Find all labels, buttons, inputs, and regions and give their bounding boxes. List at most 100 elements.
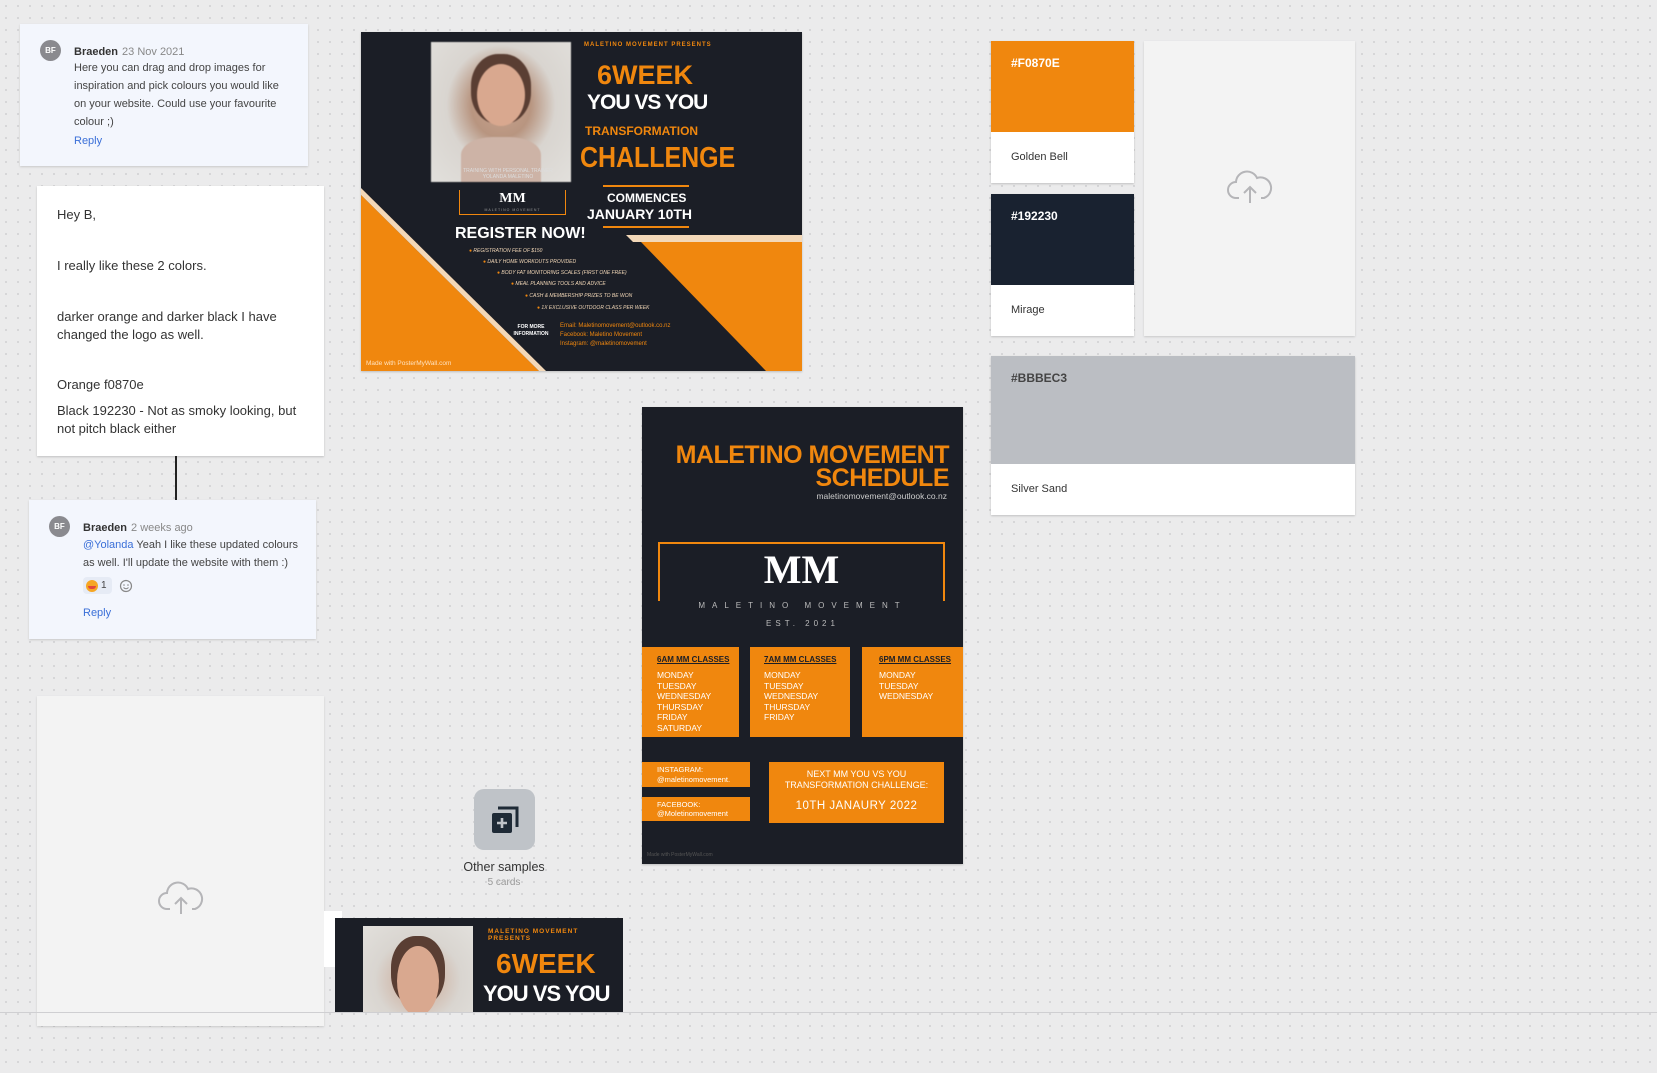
smile-emoji-icon <box>86 579 98 592</box>
comment-card-1[interactable]: BF Braeden 23 Nov 2021 Here you can drag … <box>20 24 308 166</box>
poster-line4: CHALLENGE <box>580 142 736 174</box>
instagram-value: @maletinomovement. <box>657 775 731 784</box>
note-line: Orange f0870e <box>57 377 144 392</box>
made-with: Made with PosterMyWall.com <box>366 360 452 367</box>
note-card[interactable]: Hey B, I really like these 2 colors. dar… <box>37 186 324 456</box>
poster-line5: COMMENCES <box>607 191 687 205</box>
reaction-chip[interactable]: 1 <box>83 577 112 594</box>
schedule-email: maletinomovement@outlook.co.nz <box>816 491 947 501</box>
facebook-box: FACEBOOK: @Moletinomovement <box>642 797 750 821</box>
poster-line2: YOU VS YOU <box>587 91 708 114</box>
class-day: TUESDAY <box>657 680 697 691</box>
connector-line <box>175 456 177 500</box>
class-days: MONDAY TUESDAY WEDNESDAY THURSDAY FRIDAY <box>764 670 818 723</box>
reply-button[interactable]: Reply <box>83 607 111 619</box>
comment-author: Braeden <box>74 46 119 58</box>
poster-challenge-copy[interactable]: MALETINO MOVEMENT PRESENTS 6WEEK YOU VS … <box>335 918 623 1013</box>
logo-est: EST. 2021 <box>766 619 839 628</box>
bullet: 1X EXCLUSIVE OUTDOOR CLASS PER WEEK <box>541 305 650 311</box>
logo-sub: MALETINO MOVEMENT <box>484 208 541 212</box>
comment-header: Braeden 23 Nov 2021 <box>74 42 184 60</box>
class-day: FRIDAY <box>764 712 795 722</box>
comment-time: 23 Nov 2021 <box>122 46 185 58</box>
avatar: BF <box>49 516 70 537</box>
facebook-label: FACEBOOK: <box>657 800 701 809</box>
class-day: SATURDAY <box>657 722 703 733</box>
stack-count: 5 cards <box>487 877 521 888</box>
logo-text: MM <box>499 191 526 206</box>
bullet: BODY FAT MONITORING SCALES (FIRST ONE FR… <box>501 270 627 276</box>
register-now: REGISTER NOW! <box>455 225 586 242</box>
upload-dropzone[interactable] <box>1144 41 1355 336</box>
facebook-value: @Moletinomovement <box>657 809 728 818</box>
poster-presents: MALETINO MOVEMENT PRESENTS <box>488 928 579 942</box>
user-mention[interactable]: @Yolanda <box>83 539 134 551</box>
swatch-color <box>991 41 1134 132</box>
bullet: MEAL PLANNING TOOLS AND ADVICE <box>515 281 606 287</box>
color-swatch-mirage[interactable]: #192230 Mirage <box>991 194 1134 336</box>
class-box-6pm: 6PM MM CLASSES MONDAY TUESDAY WEDNESDAY <box>862 647 963 737</box>
poster-shapes <box>361 188 802 371</box>
add-reaction-icon[interactable] <box>119 579 133 598</box>
contact-facebook: Facebook: Maletino Movement <box>560 332 643 338</box>
swatch-hex: #F0870E <box>1011 56 1060 70</box>
class-day: MONDAY <box>764 670 801 680</box>
comment-body: @Yolanda Yeah I like these updated colou… <box>83 536 303 572</box>
class-box-6am: 6AM MM CLASSES MONDAY TUESDAY WEDNESDAY … <box>642 647 739 737</box>
poster-presents: MALETINO MOVEMENT PRESENTS <box>584 42 712 48</box>
class-day: TUESDAY <box>879 680 919 691</box>
next-line-1: NEXT MM YOU VS YOU <box>806 769 907 779</box>
divider <box>603 185 689 187</box>
poster-challenge[interactable]: TRAINING WITH PERSONAL TRAINER YOLANDA M… <box>361 32 802 371</box>
mm-logo: MM MALETINO MOVEMENT <box>459 190 566 215</box>
color-swatch-silver-sand[interactable]: #BBBEC3 Silver Sand <box>991 356 1355 515</box>
swatch-color <box>991 194 1134 285</box>
class-title: 6PM MM CLASSES <box>879 655 952 664</box>
mm-logo: MM <box>658 542 945 605</box>
class-day: THURSDAY <box>657 701 704 712</box>
stack-title[interactable]: Other samples <box>440 860 568 874</box>
poster-line1: 6WEEK <box>496 948 596 979</box>
poster-line3: TRANSFORMATION <box>585 124 699 138</box>
trainer-caption: TRAINING WITH PERSONAL TRAINER YOLANDA M… <box>463 168 553 180</box>
logo-text: MM <box>763 547 840 592</box>
canvas-bottom-edge <box>0 1012 1657 1013</box>
class-day: MONDAY <box>879 670 916 680</box>
reply-button[interactable]: Reply <box>74 135 102 147</box>
instagram-label: INSTAGRAM: <box>657 765 704 774</box>
comment-card-2[interactable]: BF Braeden 2 weeks ago @Yolanda Yeah I li… <box>29 500 316 639</box>
reaction-count: 1 <box>101 580 107 591</box>
poster-line1: 6WEEK <box>597 60 694 90</box>
cloud-upload-icon <box>157 878 205 923</box>
next-line-2: TRANSFORMATION CHALLENGE: <box>784 780 929 790</box>
upload-dropzone[interactable] <box>37 696 324 1026</box>
contact-email: Email: Maletinomovement@outlook.co.nz <box>560 323 671 329</box>
color-swatch-golden-bell[interactable]: #F0870E Golden Bell <box>991 41 1134 183</box>
trainer-photo <box>363 926 473 1013</box>
note-line: Hey B, <box>57 207 97 222</box>
bullet: CASH & MEMBERSHIP PRIZES TO BE WON <box>529 293 633 299</box>
class-day: WEDNESDAY <box>764 691 819 701</box>
class-day: FRIDAY <box>657 712 688 722</box>
cloud-upload-icon <box>1226 167 1274 212</box>
class-day: WEDNESDAY <box>879 691 934 701</box>
bullet: REGISTRATION FEE OF $150 <box>473 248 543 254</box>
class-day: MONDAY <box>657 670 694 680</box>
note-line: darker orange and darker black I have ch… <box>57 309 277 342</box>
swatch-name: Golden Bell <box>1011 151 1068 163</box>
stack-add-icon <box>489 804 521 841</box>
class-title: 7AM MM CLASSES <box>764 655 837 664</box>
swatch-name: Mirage <box>1011 304 1045 316</box>
swatch-hex: #BBBEC3 <box>1011 371 1068 385</box>
class-title: 6AM MM CLASSES <box>657 655 730 664</box>
poster-line6: JANUARY 10TH <box>587 206 693 222</box>
note-line: I really like these 2 colors. <box>57 258 207 273</box>
stack-icon-tile[interactable] <box>474 789 535 850</box>
trainer-photo <box>431 42 571 182</box>
next-challenge-box: NEXT MM YOU VS YOU TRANSFORMATION CHALLE… <box>769 762 944 823</box>
class-days: MONDAY TUESDAY WEDNESDAY <box>879 670 933 702</box>
poster-schedule[interactable]: MALETINO MOVEMENT SCHEDULE maletinomovem… <box>642 407 963 864</box>
poster-line2: YOU VS YOU <box>483 981 611 1006</box>
class-day: THURSDAY <box>764 701 811 712</box>
bullet: DAILY HOME WORKOUTS PROVIDED <box>487 259 577 265</box>
